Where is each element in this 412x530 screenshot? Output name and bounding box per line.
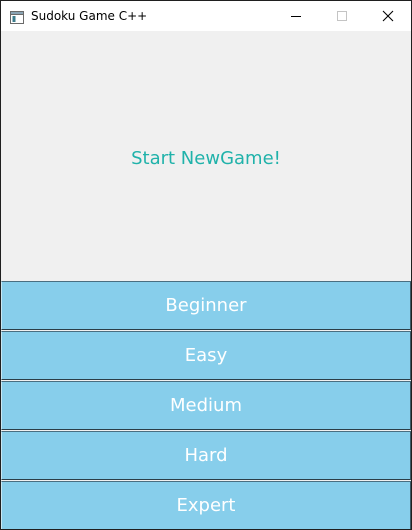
start-panel: Start NewGame! <box>1 31 411 281</box>
window-app-icon <box>10 9 24 24</box>
minimize-button[interactable] <box>273 1 319 31</box>
beginner-button[interactable]: Beginner <box>1 281 411 330</box>
expert-button[interactable]: Expert <box>1 481 411 529</box>
easy-button[interactable]: Easy <box>1 331 411 380</box>
window-title: Sudoku Game C++ <box>31 9 148 23</box>
medium-button[interactable]: Medium <box>1 381 411 430</box>
app-window: Sudoku Game C++ Start NewGame! Beginner … <box>0 0 412 530</box>
title-bar[interactable]: Sudoku Game C++ <box>1 1 411 31</box>
maximize-button <box>319 1 365 31</box>
close-button[interactable] <box>365 1 411 31</box>
start-new-game-label: Start NewGame! <box>131 148 281 169</box>
hard-button[interactable]: Hard <box>1 431 411 480</box>
